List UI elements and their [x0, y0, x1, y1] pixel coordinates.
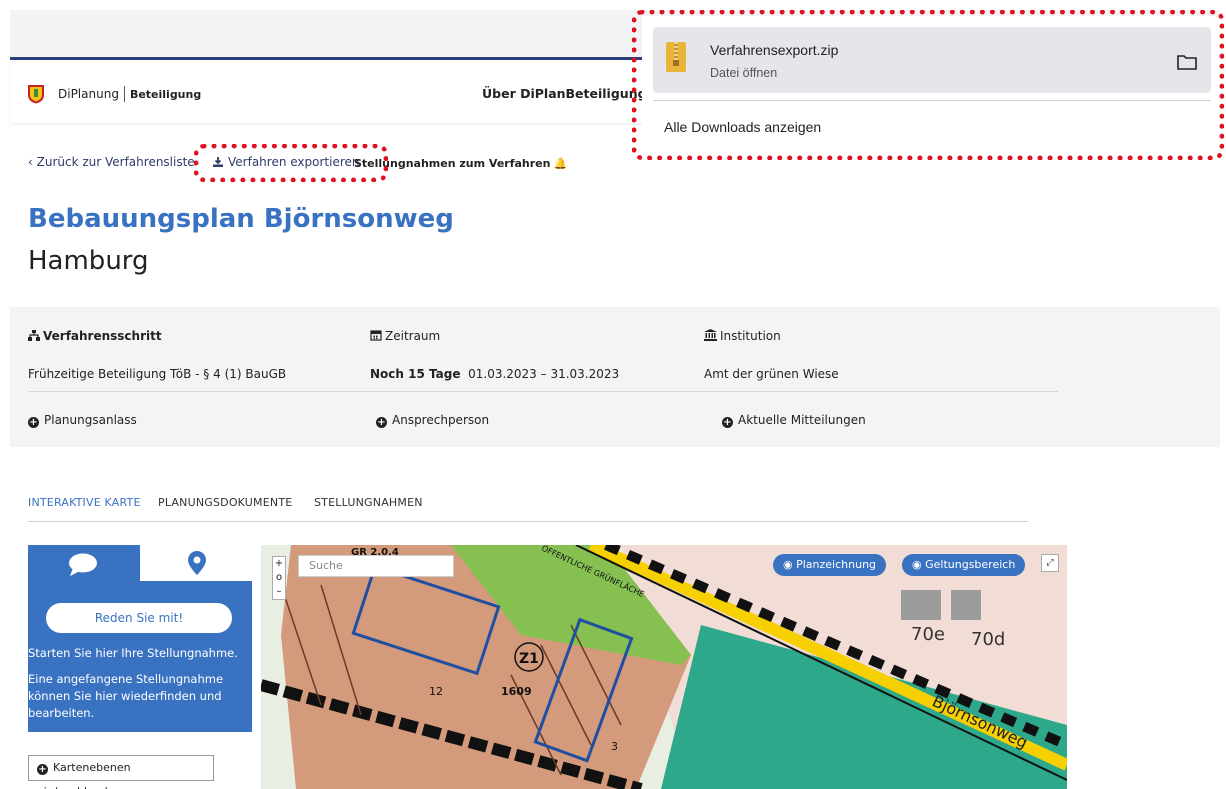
- highlight-frame-downloads: [632, 10, 1224, 160]
- period-value: Noch 15 Tage 01.03.2023 – 31.03.2023: [370, 367, 619, 381]
- back-to-list-link[interactable]: ‹ Zurück zur Verfahrensliste: [28, 155, 195, 169]
- planzeichnung-label: Planzeichnung: [796, 558, 877, 571]
- period-dates: 01.03.2023 – 31.03.2023: [468, 367, 620, 381]
- accordion-label: Ansprechperson: [392, 413, 490, 427]
- page-subtitle: Hamburg: [28, 246, 149, 276]
- brand-divider: [123, 86, 125, 102]
- sidebar-resume-text: Eine angefangene Stellungnahme können Si…: [28, 672, 224, 720]
- interactive-map[interactable]: Z1 1609 12 3 GR 2.0,4 ÖFFENTLICHE GRÜNFL…: [261, 545, 1067, 789]
- map-search-input[interactable]: Suche: [298, 555, 454, 577]
- toggle-planzeichnung-button[interactable]: ◉ Planzeichnung: [773, 554, 887, 576]
- toggle-geltungsbereich-button[interactable]: ◉ Geltungsbereich: [902, 554, 1026, 576]
- tab-underline: [28, 521, 1028, 522]
- map-pin-icon[interactable]: [188, 551, 206, 575]
- step-label: Verfahrensschritt: [43, 329, 162, 343]
- plus-circle-icon: +: [376, 417, 387, 428]
- plus-circle-icon: +: [722, 417, 733, 428]
- sidebar-start-text: Starten Sie hier Ihre Stellungnahme.: [28, 646, 238, 660]
- fullscreen-icon[interactable]: ⤢: [1041, 554, 1059, 572]
- plus-circle-icon: +: [28, 417, 39, 428]
- map-label-70d: 70d: [971, 629, 1005, 650]
- page-title: Bebauungsplan Björnsonweg: [28, 204, 454, 234]
- eye-icon: ◉: [783, 558, 793, 571]
- institution-heading: Institution: [704, 329, 781, 343]
- accordion-planungsanlass[interactable]: + Planungsanlass: [28, 413, 137, 428]
- period-label: Zeitraum: [385, 329, 441, 343]
- period-remaining: Noch 15 Tage: [370, 367, 461, 381]
- zoom-reset-button[interactable]: o: [273, 571, 285, 585]
- bell-icon: 🔔: [553, 157, 568, 170]
- institution-value: Amt der grünen Wiese: [704, 367, 839, 381]
- period-heading: Zeitraum: [370, 329, 440, 343]
- brand-name: DiPlanung: [58, 87, 119, 101]
- brand[interactable]: DiPlanung Beteiligung: [58, 86, 201, 102]
- layers-label: Kartenebenen ein/ausblenden: [37, 761, 131, 789]
- map-label-70e: 70e: [911, 624, 945, 645]
- eye-icon: ◉: [912, 558, 922, 571]
- zoom-out-button[interactable]: –: [273, 585, 285, 599]
- map-label-12: 12: [429, 685, 443, 698]
- nav-about-link[interactable]: Über DiPlanBeteiligung: [482, 86, 647, 101]
- zoom-in-button[interactable]: +: [273, 557, 285, 571]
- sitemap-icon: [28, 330, 40, 341]
- institution-icon: [704, 329, 717, 341]
- tab-interaktive-karte[interactable]: INTERAKTIVE KARTE: [28, 496, 141, 509]
- geltungsbereich-label: Geltungsbereich: [925, 558, 1016, 571]
- step-value: Frühzeitige Beteiligung TöB - § 4 (1) Ba…: [28, 367, 287, 381]
- info-divider: [28, 391, 1058, 392]
- highlight-frame-export: [194, 144, 388, 182]
- statement-sidebar: Reden Sie mit! Starten Sie hier Ihre Ste…: [28, 545, 252, 732]
- accordion-ansprechperson[interactable]: + Ansprechperson: [376, 413, 489, 428]
- plus-circle-icon: +: [37, 764, 48, 775]
- accordion-label: Aktuelle Mitteilungen: [738, 413, 866, 427]
- brand-sub: Beteiligung: [129, 87, 202, 101]
- tab-planungsdokumente[interactable]: PLANUNGSDOKUMENTE: [158, 496, 292, 509]
- accordion-mitteilungen[interactable]: + Aktuelle Mitteilungen: [722, 413, 866, 428]
- calendar-icon: [370, 330, 382, 341]
- map-label-1609: 1609: [501, 685, 532, 698]
- toggle-layers-button[interactable]: +Kartenebenen ein/ausblenden: [28, 755, 214, 789]
- procedure-info-panel: Verfahrensschritt Frühzeitige Beteiligun…: [10, 307, 1220, 447]
- speech-bubble-icon[interactable]: [68, 553, 98, 577]
- map-label-z1: Z1: [519, 651, 539, 667]
- step-heading: Verfahrensschritt: [28, 329, 162, 343]
- speak-up-button[interactable]: Reden Sie mit!: [46, 603, 232, 633]
- hamburg-crest-icon: [28, 85, 44, 104]
- accordion-label: Planungsanlass: [44, 413, 137, 427]
- institution-label: Institution: [720, 329, 781, 343]
- zoom-control[interactable]: + o –: [272, 556, 286, 600]
- map-label-3: 3: [611, 740, 618, 753]
- tab-stellungnahmen[interactable]: STELLUNGNAHMEN: [314, 496, 423, 509]
